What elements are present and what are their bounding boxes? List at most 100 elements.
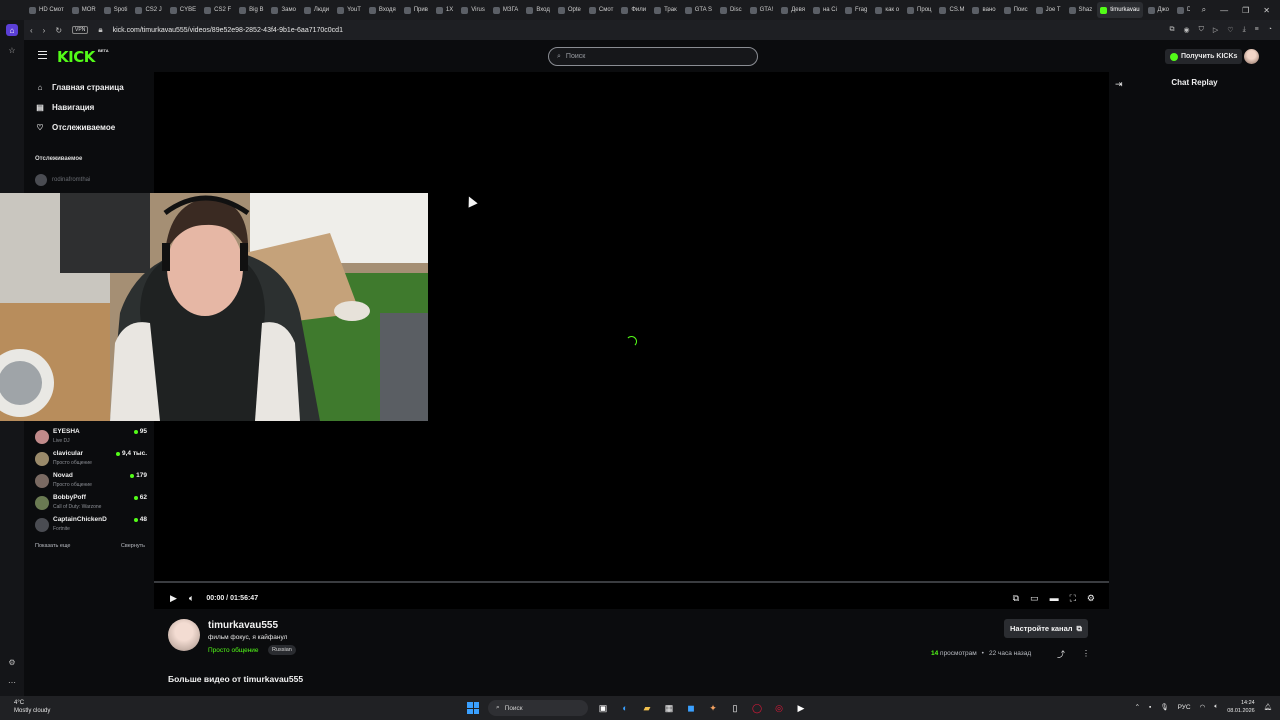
download-icon[interactable]: ⤓ [1243, 26, 1246, 34]
browser-tab[interactable]: MЗГА [490, 2, 521, 18]
setup-channel-button[interactable]: Настройте канал ⧉ [1004, 619, 1088, 638]
browser-tab[interactable]: GTA S [682, 2, 715, 18]
browser-tab[interactable]: Вход [523, 2, 553, 18]
theater-mode-icon[interactable]: ▬ [1050, 593, 1059, 603]
file-explorer-icon[interactable]: ▰ [640, 701, 654, 715]
fullscreen-icon[interactable]: ⛶ [1070, 593, 1076, 604]
recommended-channel[interactable]: Novad Просто общение 179 [35, 472, 147, 492]
calculator-icon[interactable]: ▦ [662, 701, 676, 715]
clip-icon[interactable]: ▭ [1030, 593, 1039, 604]
edge-icon[interactable]: ◐ [618, 701, 632, 715]
browser-tab[interactable]: Замо [268, 2, 298, 18]
recommended-channel[interactable]: CaptainChickenD Fortnite 48 [35, 516, 147, 536]
nvidia-icon[interactable]: ▪ [1149, 704, 1151, 711]
opera-gx-icon[interactable]: ◎ [772, 701, 786, 715]
shield-icon[interactable]: ⛉ [1199, 26, 1204, 34]
browser-tab[interactable]: Virus [458, 2, 488, 18]
reload-icon[interactable]: ↻ [55, 26, 62, 35]
browser-tab[interactable]: Девя [778, 2, 808, 18]
browser-tab[interactable]: Поис [1001, 2, 1031, 18]
browser-tab[interactable]: Shaz [1066, 2, 1096, 18]
tab-share-icon[interactable]: ⧉ [1170, 26, 1175, 34]
language-indicator[interactable]: РУС [1178, 704, 1191, 711]
channel-avatar[interactable] [168, 619, 200, 651]
browser-tab[interactable]: timurkavau [1097, 2, 1143, 18]
vpn-badge[interactable]: VPN [72, 26, 89, 34]
settings-icon[interactable]: ⚙ [1087, 593, 1095, 604]
nav-following[interactable]: ♡ Отслеживаемое [35, 123, 115, 132]
progress-bar[interactable] [154, 581, 1109, 583]
browser-tab[interactable]: CS2 J [132, 2, 164, 18]
browser-tab[interactable]: Прив [401, 2, 431, 18]
media-player-icon[interactable]: ▶ [794, 701, 808, 715]
bookmark-icon[interactable]: ☆ [6, 44, 18, 56]
browser-tab[interactable]: HD Смот [26, 2, 67, 18]
recommended-channel[interactable]: EYESHA Live DJ 95 [35, 428, 147, 448]
browser-tab[interactable]: Opte [555, 2, 584, 18]
camera-icon[interactable]: ◉ [1184, 26, 1190, 34]
store-icon[interactable]: ◼ [684, 701, 698, 715]
app-icon[interactable]: ✦ [706, 701, 720, 715]
browser-tab[interactable]: Joe T [1033, 2, 1064, 18]
taskbar-search[interactable]: ⌕ Поиск [488, 700, 588, 716]
browser-tab[interactable]: YouT [334, 2, 364, 18]
channel-name[interactable]: timurkavau555 [208, 620, 278, 631]
kick-logo[interactable]: KICK [57, 48, 95, 66]
task-view-icon[interactable]: ▣ [596, 701, 610, 715]
browser-tab[interactable]: Frag [842, 2, 870, 18]
video-category-link[interactable]: Просто общение [208, 647, 259, 654]
browser-tab[interactable]: MOR [69, 2, 99, 18]
search-input[interactable]: ⌕ Поиск [548, 47, 758, 66]
search-tabs-icon[interactable]: ⌕ [1202, 5, 1206, 15]
browser-tab[interactable]: CS.M [936, 2, 967, 18]
browser-tab[interactable]: Входя [366, 2, 399, 18]
browser-tab[interactable]: 1Х [433, 2, 456, 18]
settings-icon[interactable]: ⚙ [6, 656, 18, 668]
close-window-icon[interactable]: ✕ [1263, 6, 1270, 15]
share-icon[interactable]: ⤴ [1057, 649, 1065, 660]
menu-toggle-icon[interactable] [38, 51, 47, 59]
browser-tab[interactable]: на Ci [810, 2, 840, 18]
notification-icon[interactable]: 🔔︎ [1264, 703, 1272, 711]
workspace-icon[interactable]: ⌂ [6, 24, 18, 36]
recommended-channel[interactable]: BobbyPoff Call of Duty: Warzone 62 [35, 494, 147, 514]
volume-icon[interactable]: 🔈︎ [1214, 703, 1218, 711]
browser-tab[interactable]: Фили [618, 2, 649, 18]
forward-icon[interactable]: › [43, 26, 46, 35]
opera-icon[interactable]: ◯ [750, 701, 764, 715]
nav-home[interactable]: ⌂ Главная страница [35, 83, 124, 92]
browser-tab[interactable]: вано [969, 2, 998, 18]
browser-tab[interactable]: как о [872, 2, 902, 18]
volume-icon[interactable]: 🔈︎ [189, 593, 194, 604]
minimize-icon[interactable]: — [1220, 6, 1228, 15]
miniplayer-icon[interactable]: ⧉ [1013, 593, 1019, 604]
recommended-channel[interactable]: clavicular Просто общение 9,4 тыс. [35, 450, 147, 470]
maximize-icon[interactable]: ❐ [1242, 6, 1249, 15]
followed-channel-offline[interactable]: rodinafromthai [35, 174, 147, 186]
weather-widget[interactable]: 4°C Mostly cloudy [14, 699, 50, 715]
tray-overflow-icon[interactable]: ⌃ [1135, 703, 1140, 711]
browser-tab[interactable]: Проц [904, 2, 934, 18]
browser-tab[interactable]: Трак [651, 2, 680, 18]
browser-tab[interactable]: Джо [1145, 2, 1172, 18]
windows-start-icon[interactable] [466, 701, 480, 715]
user-avatar[interactable] [1244, 49, 1259, 64]
browser-tab[interactable]: Big B [236, 2, 266, 18]
microphone-icon[interactable]: 🎙︎ [1160, 703, 1168, 711]
nav-browse[interactable]: ▤ Навигация [35, 103, 94, 112]
language-tag[interactable]: Russian [268, 645, 296, 655]
collapse-link[interactable]: Свернуть [121, 543, 145, 549]
browser-tab[interactable]: Смот [586, 2, 616, 18]
more-options-icon[interactable]: ⋮ [1082, 649, 1090, 658]
show-more-link[interactable]: Показать еще [35, 543, 71, 549]
get-kicks-button[interactable]: Получить KICKs [1165, 49, 1243, 64]
browser-tab[interactable]: Люди [301, 2, 332, 18]
browser-tab[interactable]: CS2 F [201, 2, 234, 18]
heart-icon[interactable]: ♡ [1227, 26, 1233, 34]
more-icon[interactable]: ⋯ [6, 676, 18, 688]
clock[interactable]: 14:24 08.01.2026 [1227, 699, 1255, 715]
document-icon[interactable]: ▯ [728, 701, 742, 715]
back-icon[interactable]: ‹ [30, 26, 33, 35]
browser-tab[interactable]: Spoti [101, 2, 131, 18]
account-icon[interactable]: ◔ [1268, 26, 1272, 34]
